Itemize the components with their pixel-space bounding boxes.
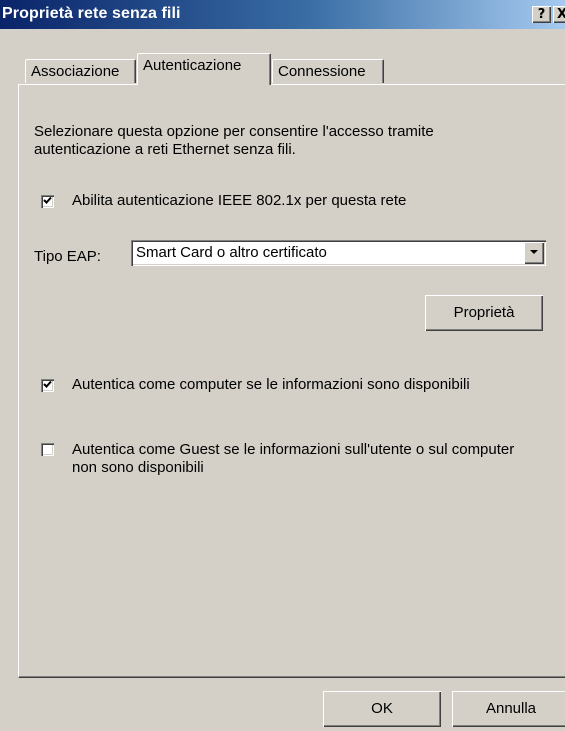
enable-8021x-label: Abilita autenticazione IEEE 802.1x per q… [72, 192, 407, 209]
auth-guest-checkbox[interactable] [41, 443, 54, 456]
eap-type-select[interactable]: Smart Card o altro certificato [131, 240, 546, 266]
description-text: Selezionare questa opzione per consentir… [34, 123, 434, 158]
auth-computer-label: Autentica come computer se le informazio… [72, 376, 470, 393]
close-button[interactable]: X [553, 6, 565, 23]
auth-computer-checkbox[interactable] [41, 379, 54, 392]
checkmark-icon [43, 196, 52, 204]
tab-associazione[interactable]: Associazione [25, 59, 136, 83]
eap-type-label: Tipo EAP: [34, 248, 101, 265]
eap-type-value: Smart Card o altro certificato [136, 244, 327, 261]
auth-guest-label: Autentica come Guest se le informazioni … [72, 441, 515, 476]
window-title: Proprietà rete senza fili [2, 5, 181, 22]
tab-autenticazione[interactable]: Autenticazione [137, 53, 271, 85]
title-bar: Proprietà rete senza fili ? X [0, 0, 565, 29]
tab-connessione[interactable]: Connessione [272, 59, 384, 83]
dropdown-button[interactable] [524, 242, 544, 264]
properties-button[interactable]: Proprietà [425, 295, 543, 331]
cancel-button[interactable]: Annulla [452, 691, 565, 727]
enable-8021x-checkbox[interactable] [41, 195, 54, 208]
help-button[interactable]: ? [532, 6, 551, 23]
checkmark-icon [43, 380, 52, 388]
ok-button[interactable]: OK [323, 691, 441, 727]
chevron-down-icon [530, 250, 538, 254]
